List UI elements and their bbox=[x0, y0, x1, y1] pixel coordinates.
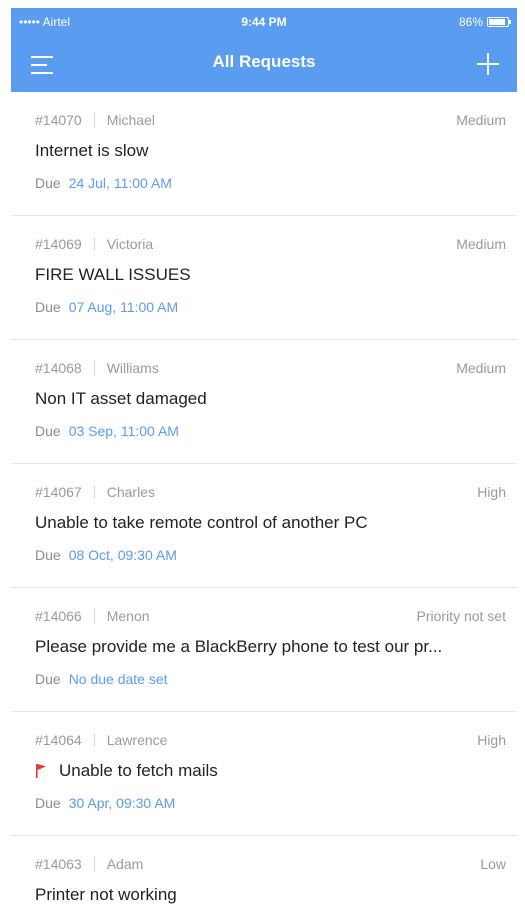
requester-name: Adam bbox=[106, 856, 144, 872]
priority-label: Low bbox=[480, 856, 506, 872]
request-subject: Non IT asset damaged bbox=[35, 389, 507, 409]
request-list-item[interactable]: #14067 Charles High Unable to take remot… bbox=[11, 464, 517, 588]
request-subject: Unable to take remote control of another… bbox=[35, 513, 507, 533]
due-date: Due 24 Jul, 11:00 AM bbox=[35, 175, 172, 191]
priority-label: High bbox=[477, 484, 506, 500]
flag-icon bbox=[36, 764, 46, 778]
meta-separator bbox=[93, 733, 95, 747]
request-subject: Please provide me a BlackBerry phone to … bbox=[35, 637, 507, 657]
request-list-item[interactable]: #14070 Michael Medium Internet is slow D… bbox=[11, 92, 517, 216]
meta-separator bbox=[93, 609, 95, 623]
due-date: Due No due date set bbox=[35, 671, 168, 687]
meta-separator bbox=[93, 485, 95, 499]
status-bar: ••••• Airtel 9:44 PM 86% bbox=[11, 8, 517, 36]
due-label: Due bbox=[35, 671, 61, 687]
request-meta: #14066 Menon bbox=[35, 608, 150, 624]
due-date: Due 07 Aug, 11:00 AM bbox=[35, 299, 178, 315]
request-subject-text: Printer not working bbox=[35, 885, 177, 904]
request-subject: Unable to fetch mails bbox=[35, 761, 507, 781]
requester-name: Lawrence bbox=[106, 732, 168, 748]
priority-label: Priority not set bbox=[416, 608, 506, 624]
battery-icon bbox=[487, 17, 511, 27]
clock-label: 9:44 PM bbox=[241, 15, 287, 29]
due-date-value: No due date set bbox=[68, 671, 168, 687]
request-id: #14069 bbox=[35, 236, 82, 252]
request-id: #14067 bbox=[35, 484, 82, 500]
request-subject-text: Non IT asset damaged bbox=[35, 389, 207, 408]
meta-separator bbox=[93, 113, 95, 127]
request-meta: #14067 Charles bbox=[35, 484, 155, 500]
request-meta: #14068 Williams bbox=[35, 360, 159, 376]
request-meta: #14063 Adam bbox=[35, 856, 143, 872]
page-title: All Requests bbox=[212, 52, 316, 71]
request-meta: #14069 Victoria bbox=[35, 236, 153, 252]
priority-label: Medium bbox=[456, 236, 506, 252]
meta-separator bbox=[93, 361, 95, 375]
request-subject-text: Unable to take remote control of another… bbox=[35, 513, 368, 532]
app-frame: ••••• Airtel 9:44 PM 86% All Requests #1… bbox=[11, 8, 517, 921]
due-date-value: 30 Apr, 09:30 AM bbox=[68, 795, 176, 811]
request-id: #14063 bbox=[35, 856, 82, 872]
request-list-item[interactable]: #14069 Victoria Medium FIRE WALL ISSUES … bbox=[11, 216, 517, 340]
battery-percent: 86% bbox=[458, 15, 483, 29]
due-label: Due bbox=[35, 547, 61, 563]
requester-name: Menon bbox=[106, 608, 150, 624]
priority-label: High bbox=[477, 732, 506, 748]
battery-indicator: 86% bbox=[458, 15, 511, 29]
request-list: #14070 Michael Medium Internet is slow D… bbox=[11, 92, 517, 921]
request-list-item[interactable]: #14064 Lawrence High Unable to fetch mai… bbox=[11, 712, 517, 836]
due-date-value: 07 Aug, 11:00 AM bbox=[68, 299, 179, 315]
due-date: Due 30 Apr, 09:30 AM bbox=[35, 795, 175, 811]
plus-icon[interactable] bbox=[475, 51, 501, 77]
request-list-item[interactable]: #14066 Menon Priority not set Please pro… bbox=[11, 588, 517, 712]
due-label: Due bbox=[35, 175, 61, 191]
request-subject-text: Please provide me a BlackBerry phone to … bbox=[35, 637, 443, 656]
request-meta: #14070 Michael bbox=[35, 112, 155, 128]
request-subject: Internet is slow bbox=[35, 141, 507, 161]
request-meta: #14064 Lawrence bbox=[35, 732, 167, 748]
due-label: Due bbox=[35, 423, 61, 439]
meta-separator bbox=[93, 237, 95, 251]
request-subject-text: FIRE WALL ISSUES bbox=[35, 265, 191, 284]
due-label: Due bbox=[35, 299, 61, 315]
priority-label: Medium bbox=[456, 112, 506, 128]
navigation-bar: All Requests bbox=[11, 36, 517, 92]
request-subject: FIRE WALL ISSUES bbox=[35, 265, 507, 285]
requester-name: Charles bbox=[106, 484, 155, 500]
due-label: Due bbox=[35, 795, 61, 811]
due-date-value: 03 Sep, 11:00 AM bbox=[68, 423, 179, 439]
requester-name: Williams bbox=[106, 360, 159, 376]
request-id: #14066 bbox=[35, 608, 82, 624]
request-id: #14070 bbox=[35, 112, 82, 128]
request-id: #14064 bbox=[35, 732, 82, 748]
requester-name: Michael bbox=[106, 112, 155, 128]
priority-label: Medium bbox=[456, 360, 506, 376]
request-subject: Printer not working bbox=[35, 885, 507, 905]
due-date-value: 24 Jul, 11:00 AM bbox=[68, 175, 172, 191]
meta-separator bbox=[93, 857, 95, 871]
request-list-item[interactable]: #14068 Williams Medium Non IT asset dama… bbox=[11, 340, 517, 464]
request-list-item[interactable]: #14063 Adam Low Printer not working bbox=[11, 836, 517, 921]
requester-name: Victoria bbox=[106, 236, 154, 252]
request-id: #14068 bbox=[35, 360, 82, 376]
request-subject-text: Unable to fetch mails bbox=[59, 761, 218, 780]
due-date: Due 08 Oct, 09:30 AM bbox=[35, 547, 177, 563]
due-date-value: 08 Oct, 09:30 AM bbox=[68, 547, 177, 563]
request-subject-text: Internet is slow bbox=[35, 141, 149, 160]
due-date: Due 03 Sep, 11:00 AM bbox=[35, 423, 179, 439]
